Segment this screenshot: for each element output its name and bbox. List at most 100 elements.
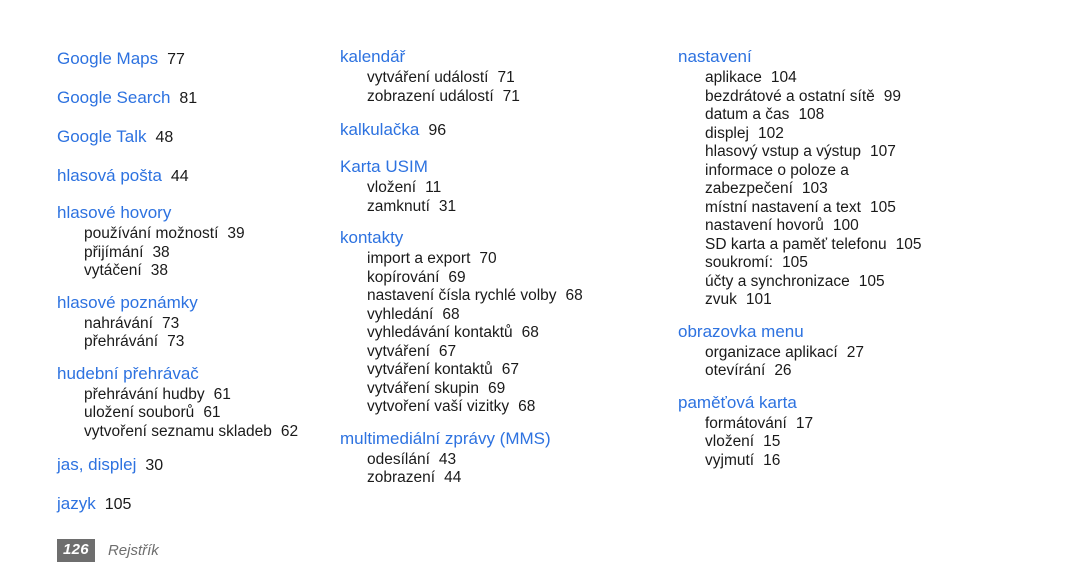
index-entry-heading[interactable]: Google Search 81: [57, 84, 335, 113]
index-group: obrazovka menu organizace aplikací 27 oteví…: [678, 320, 1070, 381]
index-subentry-page-number: 31: [438, 197, 457, 215]
index-subentry-page-number: 104: [770, 69, 797, 86]
index-subentry-label: kopírování: [367, 268, 440, 286]
index-subentry[interactable]: aplikace 104: [678, 69, 1070, 88]
index-subentry[interactable]: hlasový vstup a výstup 107: [678, 143, 1070, 162]
footer-section-label: Rejstřík: [107, 542, 159, 559]
index-subentry[interactable]: otevírání 26: [678, 362, 1070, 381]
index-subentry-label: otevírání: [705, 362, 766, 379]
index-subentry[interactable]: vytváření skupin 69: [340, 380, 670, 399]
index-subentry[interactable]: vytvoření vaší vizitky 68: [340, 398, 670, 417]
index-subentry-list: nahrávání 73 přehrávání 73: [57, 315, 335, 352]
index-subentry[interactable]: vyjmutí 16: [678, 452, 1070, 471]
index-entry-heading[interactable]: kalendář: [340, 45, 670, 69]
index-entry-heading[interactable]: Karta USIM: [340, 155, 670, 179]
index-subentry-page-number: 15: [763, 433, 781, 450]
index-subentry[interactable]: používání možností 39: [57, 225, 335, 244]
index-entry-page-number: 48: [155, 129, 174, 146]
index-entry-heading[interactable]: paměťová karta: [678, 391, 1070, 415]
index-subentry[interactable]: vyhledávání kontaktů 68: [340, 324, 670, 343]
index-subentry-label: zvuk: [705, 291, 737, 308]
index-entry-heading[interactable]: hlasová pošta 44: [57, 162, 335, 191]
index-subentry-page-number: 108: [798, 106, 825, 123]
index-entry-heading[interactable]: multimediální zprávy (MMS): [340, 427, 670, 451]
index-column-2: kalendář vytváření událostí 71 zobrazení ud…: [335, 45, 670, 488]
index-group: Karta USIM vložení 11 zamknutí 31: [340, 155, 670, 216]
index-subentry-label: formátování: [705, 414, 787, 432]
index-subentry-page-number: 70: [479, 250, 497, 267]
index-column-1: Google Maps 77 Google Search 81 Google Talk 4…: [0, 45, 335, 519]
index-entry-heading[interactable]: hlasové poznámky: [57, 291, 335, 315]
index-subentry-label: hlasový vstup a výstup: [705, 143, 861, 160]
index-subentry[interactable]: nahrávání 73: [57, 315, 335, 334]
index-entry-heading[interactable]: jas, displej 30: [57, 451, 335, 480]
index-entry-heading[interactable]: Google Maps 77: [57, 45, 335, 74]
footer-page-number: 126: [57, 539, 95, 562]
index-group: hudební přehrávač přehrávání hudby 61 ulože…: [57, 362, 335, 442]
index-entry-heading-label: kalendář: [340, 47, 406, 66]
index-subentry[interactable]: import a export 70: [340, 250, 670, 269]
index-subentry[interactable]: přehrávání hudby 61: [57, 386, 335, 405]
index-subentry-label: odesílání: [367, 450, 430, 468]
index-subentry-page-number: 71: [502, 87, 520, 105]
index-subentry[interactable]: místní nastavení a text 105: [678, 199, 1070, 218]
index-subentry-page-number: 39: [227, 225, 245, 242]
index-subentry[interactable]: nastavení čísla rychlé volby 68: [340, 287, 670, 306]
index-subentry-page-number: 105: [895, 235, 922, 253]
index-entry-heading[interactable]: hlasové hovory: [57, 201, 335, 225]
index-subentry[interactable]: odesílání 43: [340, 451, 670, 470]
index-subentry-page-number: 43: [438, 450, 457, 468]
index-subentry[interactable]: kopírování 69: [340, 269, 670, 288]
index-entry-heading[interactable]: Google Talk 48: [57, 123, 335, 152]
index-subentry[interactable]: vytáčení 38: [57, 262, 335, 281]
index-subentry[interactable]: nastavení hovorů 100: [678, 217, 1070, 236]
index-subentry[interactable]: vyhledání 68: [340, 306, 670, 325]
index-entry-heading[interactable]: jazyk 105: [57, 490, 335, 519]
index-subentry[interactable]: zvuk 101: [678, 291, 1070, 310]
index-subentry[interactable]: vložení 15: [678, 433, 1070, 452]
index-subentry[interactable]: informace o poloze a zabezpečení 103: [678, 162, 920, 199]
index-entry-heading[interactable]: kalkulačka 96: [340, 116, 670, 145]
index-subentry[interactable]: vytváření 67: [340, 343, 670, 362]
index-subentry[interactable]: formátování 17: [678, 415, 1070, 434]
index-subentry-list: přehrávání hudby 61 uložení souborů 61 vytvo…: [57, 386, 335, 442]
index-subentry-label: účty a synchronizace: [705, 272, 850, 290]
index-subentry[interactable]: zobrazení událostí 71: [340, 88, 670, 107]
index-subentry[interactable]: vytváření událostí 71: [340, 69, 670, 88]
index-group: jas, displej 30: [57, 451, 335, 480]
index-subentry[interactable]: zamknutí 31: [340, 198, 670, 217]
index-entry-heading[interactable]: kontakty: [340, 226, 670, 250]
index-entry-heading[interactable]: hudební přehrávač: [57, 362, 335, 386]
index-subentry[interactable]: bezdrátové a ostatní sítě 99: [678, 88, 1070, 107]
index-subentry-label: vytváření kontaktů: [367, 361, 493, 378]
index-subentry[interactable]: přijímání 38: [57, 244, 335, 263]
index-subentry[interactable]: datum a čas 108: [678, 106, 1070, 125]
index-subentry-page-number: 105: [858, 272, 885, 290]
index-group: Google Talk 48: [57, 123, 335, 152]
index-subentry[interactable]: zobrazení 44: [340, 469, 670, 488]
index-entry-page-number: 30: [145, 457, 164, 474]
index-entry-page-number: 81: [179, 90, 198, 107]
index-entry-page-number: 44: [170, 168, 189, 185]
index-subentry[interactable]: vložení 11: [340, 179, 670, 198]
index-subentry[interactable]: organizace aplikací 27: [678, 344, 1070, 363]
index-entry-heading[interactable]: nastavení: [678, 45, 1070, 69]
index-entry-page-number: 77: [167, 51, 185, 68]
index-subentry-page-number: 67: [438, 342, 457, 360]
index-subentry[interactable]: vytváření kontaktů 67: [340, 361, 670, 380]
page-footer: 126 Rejstřík: [57, 539, 159, 562]
index-subentry[interactable]: uložení souborů 61: [57, 404, 335, 423]
index-subentry[interactable]: účty a synchronizace 105: [678, 273, 1070, 292]
index-subentry[interactable]: přehrávání 73: [57, 333, 335, 352]
index-subentry[interactable]: vytvoření seznamu skladeb 62: [57, 423, 335, 442]
index-group: hlasové poznámky nahrávání 73 přehrávání 73: [57, 291, 335, 352]
index-subentry-label: vytvoření seznamu skladeb: [84, 422, 272, 440]
index-entry-heading[interactable]: obrazovka menu: [678, 320, 1070, 344]
index-subentry-page-number: 71: [497, 69, 515, 86]
index-subentry-page-number: 105: [869, 198, 896, 216]
index-subentry[interactable]: soukromí: 105: [678, 254, 1070, 273]
index-subentry[interactable]: SD karta a paměť telefonu 105: [678, 236, 1070, 255]
index-columns: Google Maps 77 Google Search 81 Google Talk 4…: [0, 45, 1080, 519]
index-entry-heading-label: kontakty: [340, 228, 404, 247]
index-subentry[interactable]: displej 102: [678, 125, 1070, 144]
